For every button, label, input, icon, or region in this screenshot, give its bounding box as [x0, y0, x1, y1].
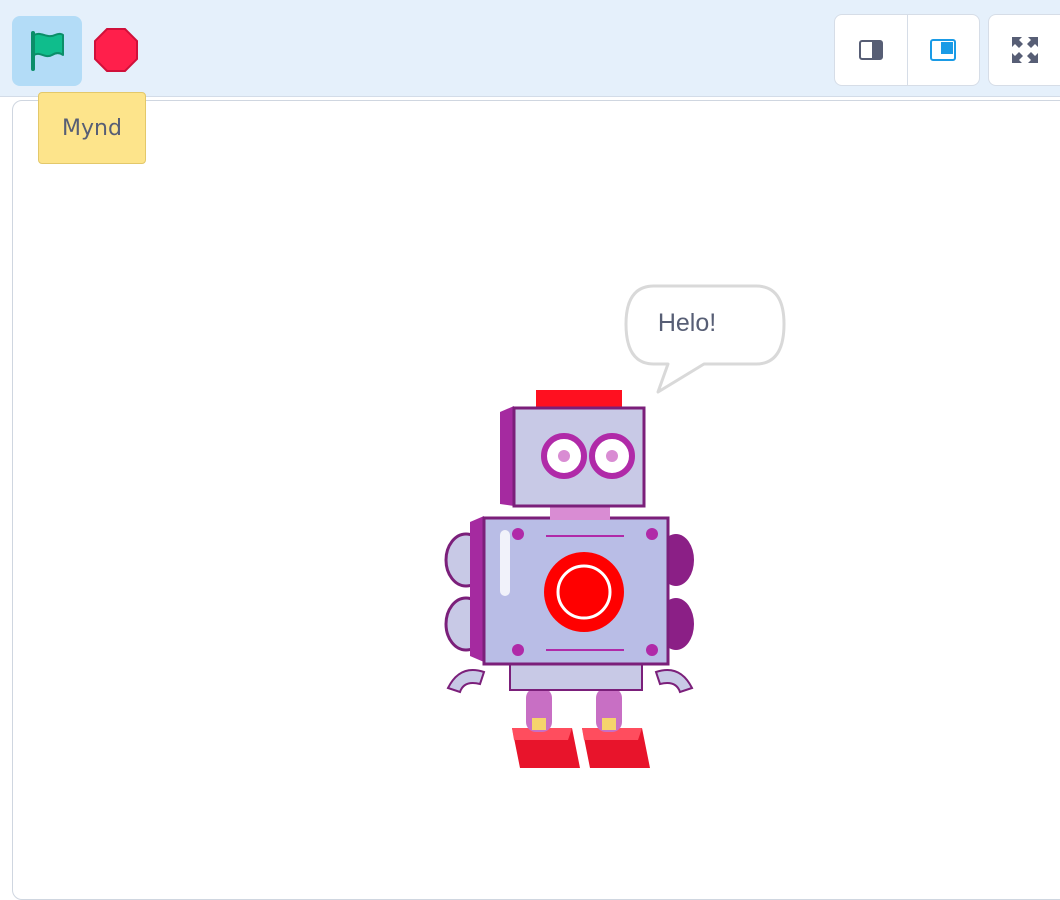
stage-toolbar	[0, 0, 1060, 97]
speech-text: Helo!	[657, 309, 717, 337]
fullscreen-button[interactable]	[988, 14, 1060, 86]
robot-sprite[interactable]	[440, 388, 700, 776]
stop-button[interactable]	[92, 26, 140, 74]
normal-stage-button[interactable]	[906, 15, 980, 85]
green-flag-icon	[31, 31, 64, 71]
green-flag-tooltip: Mynd	[38, 92, 146, 164]
stage-layout-switcher	[834, 14, 980, 86]
fullscreen-icon	[1011, 37, 1038, 63]
green-flag-button[interactable]	[12, 16, 82, 86]
stop-sign-icon	[94, 28, 138, 72]
speech-bubble: Helo!	[624, 284, 786, 396]
speech-bubble-shape	[624, 284, 786, 394]
normal-stage-layout-icon	[930, 39, 957, 61]
small-stage-layout-icon	[858, 40, 883, 60]
small-stage-button[interactable]	[835, 15, 907, 85]
tooltip-text: Mynd	[62, 115, 122, 141]
